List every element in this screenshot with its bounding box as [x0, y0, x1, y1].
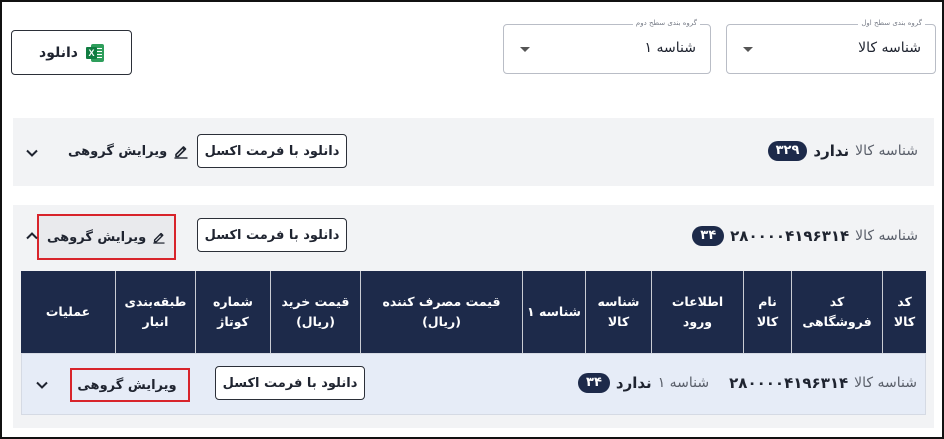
chevron-down-icon[interactable]: [34, 377, 50, 393]
pencil-icon: [153, 232, 165, 244]
level1-group-value: شناسه کالا: [858, 40, 921, 56]
chevron-down-icon[interactable]: [24, 145, 40, 161]
subgroup-value2: ندارد: [615, 374, 652, 392]
excel-icon: X: [85, 43, 104, 62]
column-header: کد فروشگاهی: [791, 271, 882, 353]
level2-group-legend: گروه بندی سطح دوم: [632, 19, 700, 27]
subgroup-excel-download-button[interactable]: دانلود با فرمت اکسل: [215, 366, 365, 400]
pencil-icon: [174, 146, 188, 159]
group-panel: شناسه کالا ندارد ۳۲۹ دانلود با فرمت اکسل…: [13, 118, 934, 186]
excel-download-label: دانلود با فرمت اکسل: [204, 143, 340, 159]
page-frame: گروه بندی سطح اول شناسه کالا گروه بندی س…: [0, 0, 944, 439]
group-bulk-edit-button[interactable]: ویرایش گروهی: [37, 214, 176, 260]
subgroup-field-label: شناسه کالا: [854, 375, 917, 391]
column-header: شماره کوتاژ: [195, 271, 270, 353]
caret-down-icon: [520, 47, 530, 52]
column-header: عملیات: [45, 304, 91, 319]
column-header: شناسه ۱: [522, 271, 585, 353]
group-count-badge: ۳۲۹: [767, 141, 808, 161]
group-count-badge: ۳۴: [692, 226, 725, 246]
level2-group-value: شناسه ۱: [644, 40, 696, 56]
chevron-up-icon[interactable]: [24, 228, 40, 244]
group-panel-expanded: شناسه کالا ۲۸۰۰۰۰۴۱۹۶۳۱۴ ۳۴ دانلود با فر…: [13, 205, 934, 428]
excel-download-label: دانلود با فرمت اکسل: [204, 227, 340, 243]
bulk-edit-label: ویرایش گروهی: [68, 143, 168, 159]
caret-down-icon: [743, 47, 753, 52]
column-header: شناسه کالا: [585, 271, 651, 353]
subgroup-field2-label: شناسه ۱: [657, 375, 710, 391]
table-header: کد کالا کد فروشگاهی نام کالا اطلاعات ورو…: [21, 271, 926, 353]
subgroup-title: شناسه کالا ۲۸۰۰۰۰۴۱۹۶۳۱۴ شناسه ۱ ندارد ۳…: [578, 373, 917, 393]
level1-group-legend: گروه بندی سطح اول: [858, 19, 925, 27]
download-button-label: دانلود: [39, 44, 78, 61]
column-header: اطلاعات ورود: [651, 271, 743, 353]
group-excel-download-button[interactable]: دانلود با فرمت اکسل: [197, 218, 347, 252]
subgroup-row: شناسه کالا ۲۸۰۰۰۰۴۱۹۶۳۱۴ شناسه ۱ ندارد ۳…: [21, 353, 926, 415]
subgroup-value: ۲۸۰۰۰۰۴۱۹۶۳۱۴: [729, 374, 849, 392]
column-header: نام کالا: [743, 271, 791, 353]
level1-group-select[interactable]: گروه بندی سطح اول شناسه کالا: [726, 19, 936, 74]
column-header: کد کالا: [882, 271, 926, 353]
bulk-edit-label: ویرایش گروهی: [77, 377, 177, 393]
bulk-edit-label: ویرایش گروهی: [47, 229, 147, 245]
group-excel-download-button[interactable]: دانلود با فرمت اکسل: [197, 134, 347, 168]
level2-group-select[interactable]: گروه بندی سطح دوم شناسه ۱: [503, 19, 711, 74]
download-button[interactable]: دانلود X: [11, 30, 132, 75]
group-title: شناسه کالا ندارد ۳۲۹: [767, 141, 918, 161]
column-header: طبقه‌بندی انبار: [115, 271, 195, 353]
column-header: قیمت خرید (ریال): [270, 271, 360, 353]
excel-download-label: دانلود با فرمت اکسل: [222, 375, 358, 391]
subgroup-count-badge: ۳۴: [578, 373, 610, 393]
group-title: شناسه کالا ۲۸۰۰۰۰۴۱۹۶۳۱۴ ۳۴: [692, 226, 918, 246]
group-bulk-edit-button[interactable]: ویرایش گروهی: [60, 134, 197, 168]
group-value: ندارد: [813, 142, 850, 160]
subgroup-bulk-edit-button[interactable]: ویرایش گروهی: [70, 368, 190, 402]
group-field-label: شناسه کالا: [855, 228, 918, 244]
group-value: ۲۸۰۰۰۰۴۱۹۶۳۱۴: [730, 227, 850, 245]
column-header: قیمت مصرف کننده (ریال): [360, 271, 522, 353]
group-field-label: شناسه کالا: [855, 143, 918, 159]
